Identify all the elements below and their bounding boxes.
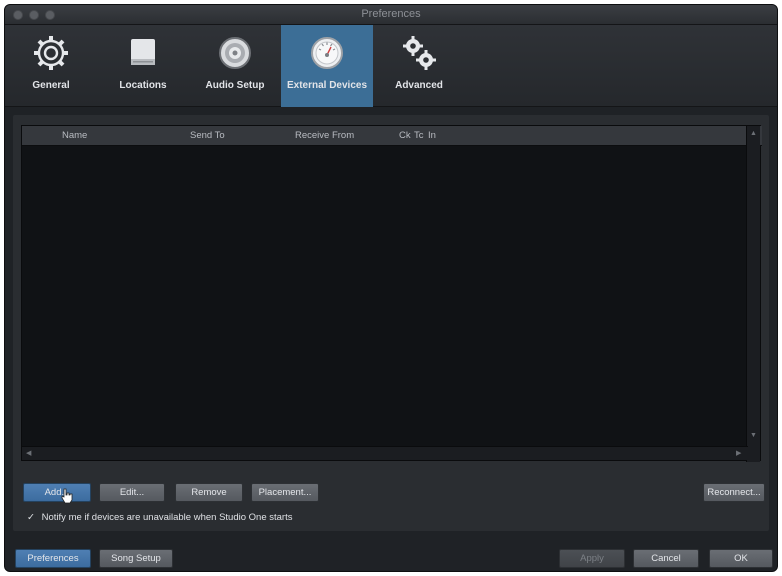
external-devices-panel: Name Send To Receive From Ck Tc In ▲ ▼ ◀…: [13, 115, 769, 531]
tab-external-devices[interactable]: External Devices: [281, 25, 373, 107]
column-tc[interactable]: Tc: [414, 130, 424, 141]
notify-checkbox[interactable]: ✓: [27, 512, 39, 523]
preferences-window: Preferences General Locations Audio Setu…: [4, 4, 778, 572]
scroll-down-icon[interactable]: ▼: [750, 432, 757, 439]
drive-icon: [131, 39, 155, 65]
tab-audio-setup-label: Audio Setup: [205, 80, 265, 91]
add-device-button[interactable]: Add...: [23, 483, 91, 502]
column-ck[interactable]: Ck: [399, 130, 411, 141]
devices-table-header: Name Send To Receive From Ck Tc In: [22, 126, 762, 146]
tab-general-label: General: [32, 80, 70, 91]
column-send-to[interactable]: Send To: [190, 130, 225, 141]
edit-device-button[interactable]: Edit...: [99, 483, 165, 502]
scroll-up-icon[interactable]: ▲: [750, 130, 757, 137]
song-setup-button[interactable]: Song Setup: [99, 549, 173, 568]
preferences-toolbar: General Locations Audio Setup External D…: [5, 25, 777, 107]
title-bar: Preferences: [5, 5, 777, 25]
tab-advanced[interactable]: Advanced: [373, 25, 465, 107]
tab-advanced-label: Advanced: [395, 80, 443, 91]
column-receive-from[interactable]: Receive From: [295, 130, 354, 141]
gear-icon: [34, 36, 68, 70]
speaker-icon: [219, 37, 251, 69]
tab-locations[interactable]: Locations: [97, 25, 189, 107]
ok-button[interactable]: OK: [709, 549, 773, 568]
column-in[interactable]: In: [428, 130, 436, 141]
tab-audio-setup[interactable]: Audio Setup: [189, 25, 281, 107]
notify-option: ✓ Notify me if devices are unavailable w…: [27, 512, 292, 523]
cancel-button[interactable]: Cancel: [633, 549, 699, 568]
vertical-scrollbar[interactable]: ▲ ▼: [746, 126, 760, 462]
reconnect-button[interactable]: Reconnect...: [703, 483, 765, 502]
remove-device-button[interactable]: Remove: [175, 483, 243, 502]
footer-bar: Preferences Song Setup Apply Cancel OK: [5, 539, 777, 571]
apply-button[interactable]: Apply: [559, 549, 625, 568]
scroll-left-icon[interactable]: ◀: [26, 449, 31, 457]
window-title: Preferences: [361, 8, 421, 20]
gears-icon: [403, 36, 436, 70]
horizontal-scrollbar[interactable]: ◀ ▶: [22, 446, 748, 460]
notify-label: Notify me if devices are unavailable whe…: [41, 512, 293, 523]
meter-icon: [311, 37, 343, 69]
preferences-button[interactable]: Preferences: [15, 549, 91, 568]
scroll-right-icon[interactable]: ▶: [736, 449, 741, 457]
column-name[interactable]: Name: [62, 130, 87, 141]
tab-general[interactable]: General: [5, 25, 97, 107]
placement-button[interactable]: Placement...: [251, 483, 319, 502]
hand-cursor-icon: [61, 488, 73, 504]
tab-locations-label: Locations: [119, 80, 167, 91]
tab-external-devices-label: External Devices: [286, 80, 368, 91]
devices-table: Name Send To Receive From Ck Tc In ▲ ▼ ◀…: [21, 125, 762, 462]
